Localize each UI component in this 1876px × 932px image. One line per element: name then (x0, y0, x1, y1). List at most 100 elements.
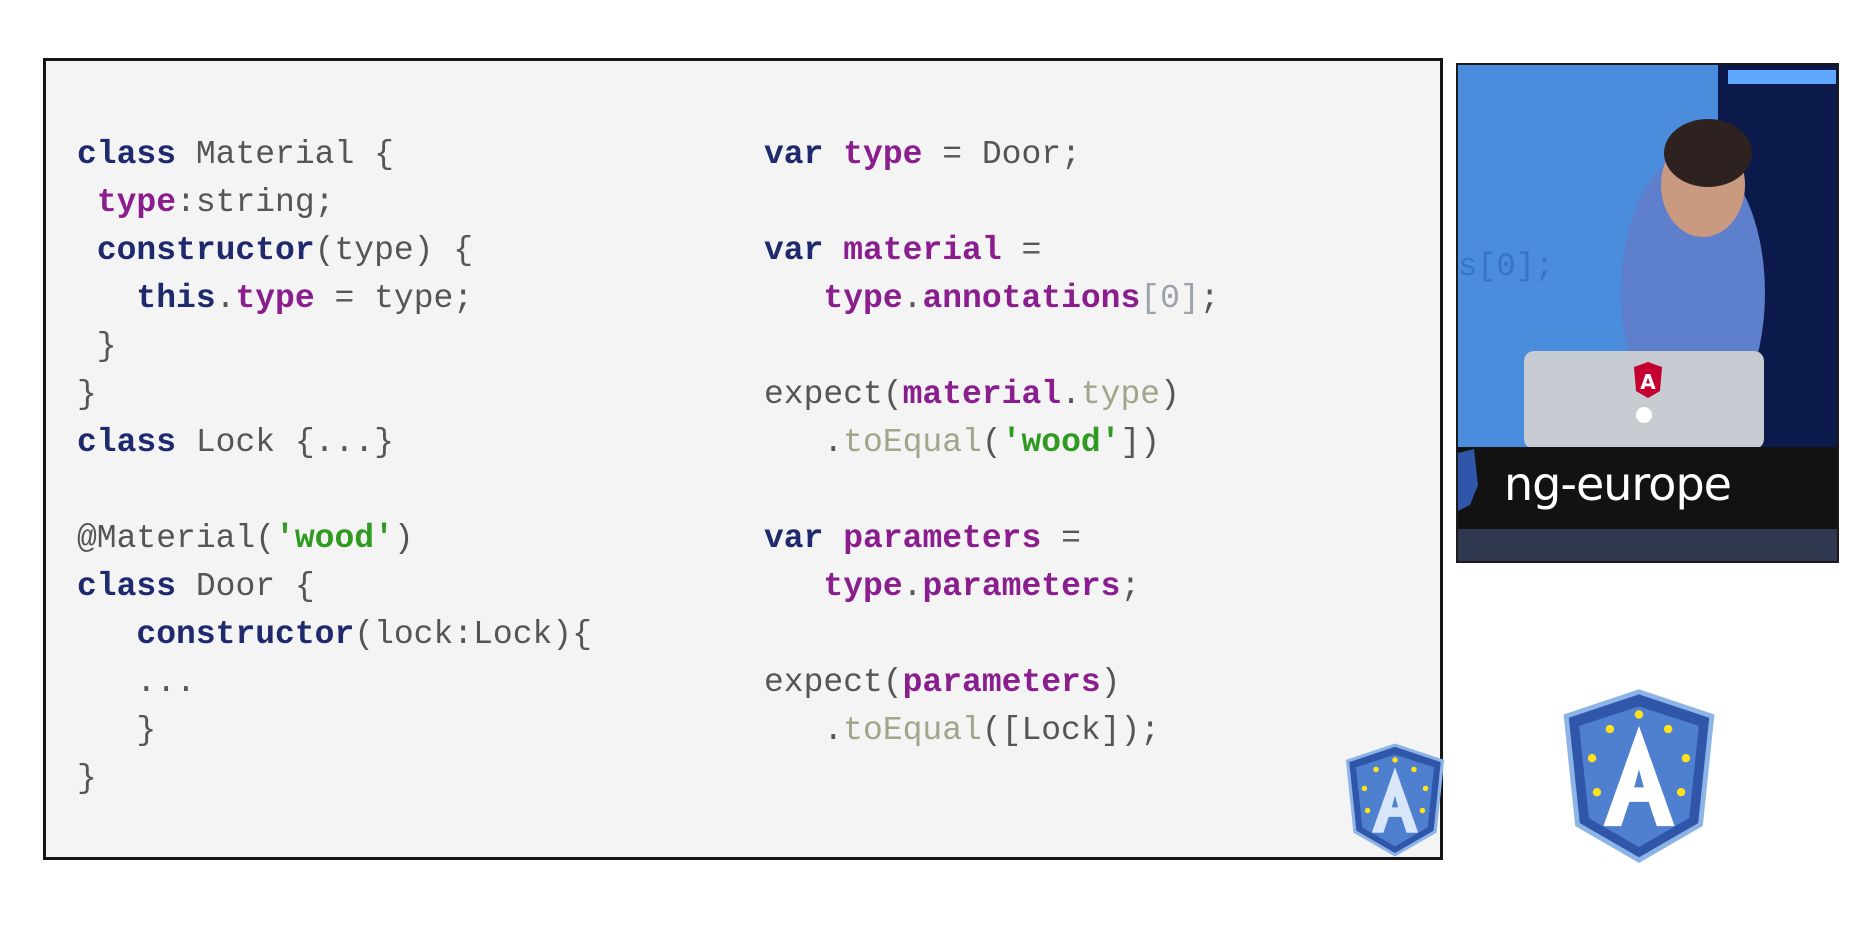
code-token: class (77, 136, 177, 173)
ng-europe-shield-icon (1553, 687, 1725, 865)
code-token: type (96, 184, 177, 221)
code-token: . (1061, 376, 1081, 413)
code-token: type (843, 136, 923, 173)
code-line: expect(parameters) (764, 659, 1220, 707)
code-token: Lock {...} (176, 424, 394, 461)
code-line: type:string; (77, 179, 592, 227)
code-line: ​ (764, 467, 1220, 515)
ng-europe-shield-icon (1342, 742, 1448, 858)
code-token: constructor (136, 616, 355, 653)
code-token: parameters (902, 664, 1101, 701)
code-token: annotations (922, 280, 1141, 317)
code-token: . (764, 424, 844, 461)
code-token: 'wood' (1001, 424, 1121, 461)
code-token: this (136, 280, 216, 317)
code-line: ​ (764, 179, 1220, 227)
code-token: 'wood' (275, 520, 394, 557)
code-block-right: var type = Door;​var material = type.ann… (764, 131, 1220, 755)
code-line: } (77, 323, 592, 371)
code-token: var (764, 136, 824, 173)
code-line: ​ (764, 323, 1220, 371)
code-line: var material = (764, 227, 1220, 275)
code-token: ) (1160, 376, 1180, 413)
svg-text:s[0];: s[0]; (1458, 248, 1554, 285)
code-line: } (77, 707, 592, 755)
code-token: type (823, 568, 903, 605)
code-line: var parameters = (764, 515, 1220, 563)
code-line: constructor(type) { (77, 227, 592, 275)
code-token: expect( (764, 376, 903, 413)
code-token: Material { (176, 136, 394, 173)
code-token: class (77, 424, 177, 461)
code-token: ) (393, 520, 414, 557)
code-line: .toEqual([Lock]); (764, 707, 1220, 755)
code-token: = (1001, 232, 1042, 269)
code-token: parameters (843, 520, 1042, 557)
code-block-left: class Material { type:string; constructo… (77, 131, 592, 803)
code-token: constructor (96, 232, 315, 269)
code-line: var type = Door; (764, 131, 1220, 179)
presentation-slide: class Material { type:string; constructo… (43, 58, 1443, 860)
speaker-video: s[0]; A ng-europe (1456, 63, 1839, 563)
code-token: (type) { (314, 232, 474, 269)
code-token: material (843, 232, 1002, 269)
code-token: . (902, 568, 923, 605)
code-token: = (1041, 520, 1081, 557)
code-token: toEqual (843, 712, 982, 749)
code-token: } (77, 328, 117, 365)
code-token: type (823, 280, 903, 317)
code-token: . (902, 280, 923, 317)
code-token: :string; (176, 184, 335, 221)
code-token: @Material( (77, 520, 276, 557)
code-token: . (764, 712, 844, 749)
code-token: parameters (922, 568, 1121, 605)
code-token: = type; (314, 280, 474, 317)
code-line: class Material { (77, 131, 592, 179)
code-token: ]) (1120, 424, 1161, 461)
code-line: class Lock {...} (77, 419, 592, 467)
code-token: [0] (1140, 280, 1200, 317)
code-line: constructor(lock:Lock){ (77, 611, 592, 659)
code-token: ([Lock]); (981, 712, 1161, 749)
code-line: type.annotations[0]; (764, 275, 1220, 323)
code-token: type (1080, 376, 1161, 413)
code-token: } (77, 712, 157, 749)
code-line: class Door { (77, 563, 592, 611)
code-token: ( (981, 424, 1002, 461)
code-token: } (77, 760, 97, 797)
code-line: } (77, 371, 592, 419)
code-line: ​ (77, 467, 592, 515)
code-token: } (77, 376, 97, 413)
code-line: ​ (764, 611, 1220, 659)
code-line: expect(material.type) (764, 371, 1220, 419)
code-token: = Door; (922, 136, 1081, 173)
code-token: ... (77, 664, 196, 701)
code-token: toEqual (843, 424, 982, 461)
code-token: var (764, 232, 824, 269)
event-label: ng-europe (1504, 457, 1732, 511)
code-line: type.parameters; (764, 563, 1220, 611)
code-token: var (764, 520, 824, 557)
code-token: ; (1199, 280, 1220, 317)
code-line: .toEqual('wood']) (764, 419, 1220, 467)
code-token: ; (1120, 568, 1141, 605)
code-line: } (77, 755, 592, 803)
code-line: this.type = type; (77, 275, 592, 323)
code-token: (lock:Lock){ (354, 616, 592, 653)
code-token: class (77, 568, 177, 605)
svg-text:A: A (1640, 370, 1656, 394)
code-line: ... (77, 659, 592, 707)
code-token: material (902, 376, 1062, 413)
code-token: . (215, 280, 236, 317)
code-token: Door { (176, 568, 315, 605)
code-token: type (235, 280, 315, 317)
